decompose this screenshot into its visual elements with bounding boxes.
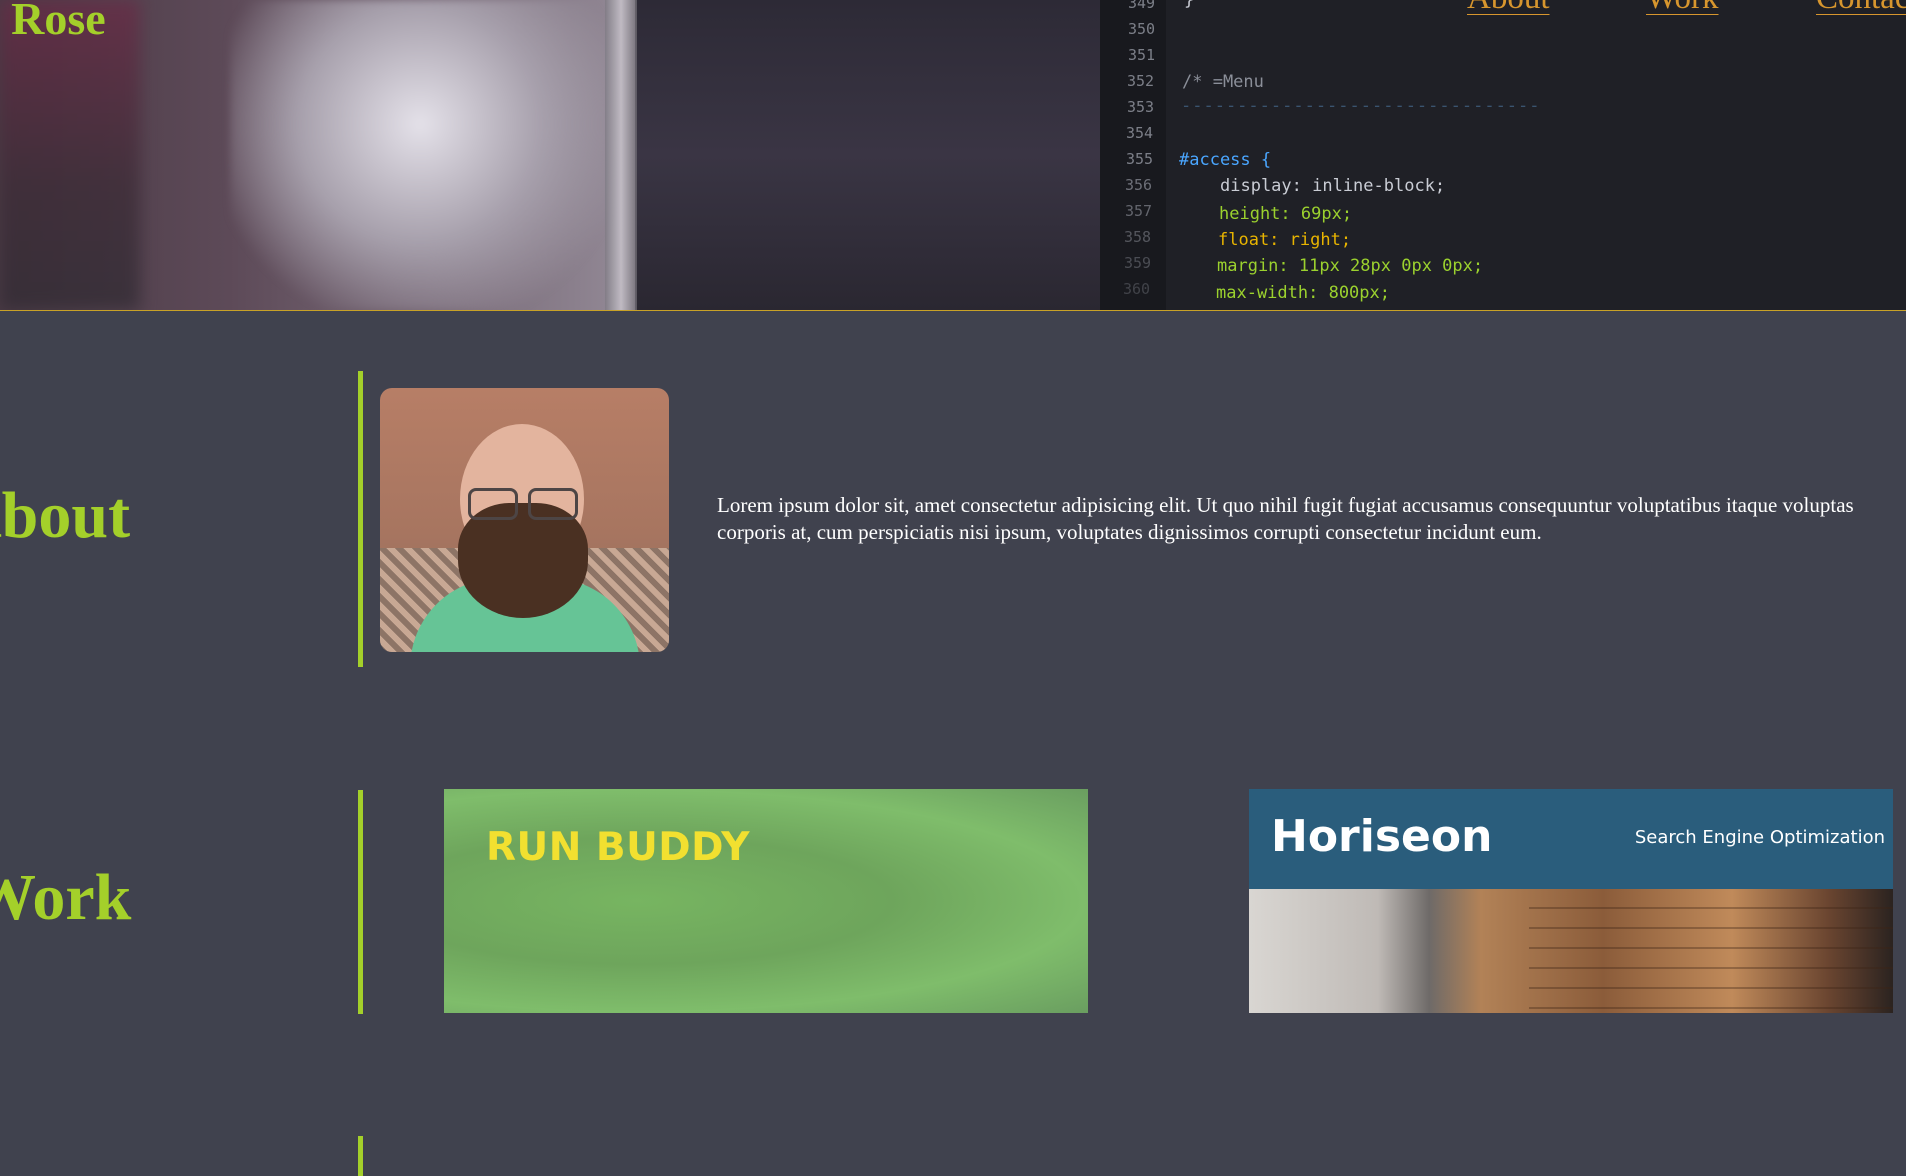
site-brand[interactable]: Zach Rose [0, 0, 106, 45]
work-heading: Work [0, 861, 132, 934]
nav-link-work[interactable]: Work [1646, 0, 1719, 17]
line-number: 360 [1123, 280, 1151, 298]
photo-glasses [468, 488, 580, 520]
project-tagline: Search Engine Optimization [1634, 827, 1885, 848]
code-line: display: inline-block; [1220, 176, 1446, 196]
photo-beard [458, 503, 588, 618]
code-line: #access { [1179, 150, 1272, 170]
nav-link-contact[interactable]: Contact [1816, 0, 1906, 17]
line-number: 357 [1125, 202, 1153, 220]
project-title: RUN BUDDY [486, 825, 750, 870]
section-divider [358, 371, 363, 667]
line-number: 350 [1128, 20, 1156, 38]
line-number: 359 [1124, 254, 1152, 272]
project-card-horiseon[interactable]: Horiseon Search Engine Optimization [1249, 789, 1893, 1013]
line-number: 353 [1127, 98, 1155, 116]
project-photo-texture [1529, 889, 1893, 1013]
line-number: 358 [1124, 228, 1152, 246]
hero-banner: 349 350 351 352 353 354 355 356 357 358 … [0, 0, 1906, 311]
project-card-run-buddy[interactable]: RUN BUDDY [444, 789, 1088, 1013]
about-heading: About [0, 479, 131, 552]
line-number: 356 [1125, 176, 1153, 194]
line-number: 351 [1128, 46, 1156, 64]
about-paragraph: Lorem ipsum dolor sit, amet consectetur … [717, 493, 1854, 544]
nav-link-about[interactable]: About [1467, 0, 1550, 17]
section-divider [358, 790, 363, 1014]
line-number: 352 [1127, 72, 1155, 90]
code-line: max-width: 800px; [1216, 283, 1390, 303]
code-line: -------------------------------- [1181, 96, 1541, 116]
line-number: 349 [1128, 0, 1156, 12]
line-number: 354 [1126, 124, 1154, 142]
code-line: height: 69px; [1219, 204, 1353, 224]
code-line: float: right; [1218, 230, 1352, 250]
code-line: /* =Menu [1182, 72, 1264, 92]
project-logo: Horiseon [1271, 811, 1493, 862]
code-line: margin: 11px 28px 0px 0px; [1217, 256, 1484, 276]
avatar [380, 388, 669, 652]
section-divider [358, 1136, 363, 1176]
hero-monitor-bezel [605, 0, 637, 310]
code-line: } [1184, 0, 1195, 10]
hero-background-blur [0, 0, 140, 310]
line-number: 355 [1126, 150, 1154, 168]
hero-monitor [635, 0, 1105, 310]
hero-background-light [230, 0, 610, 310]
